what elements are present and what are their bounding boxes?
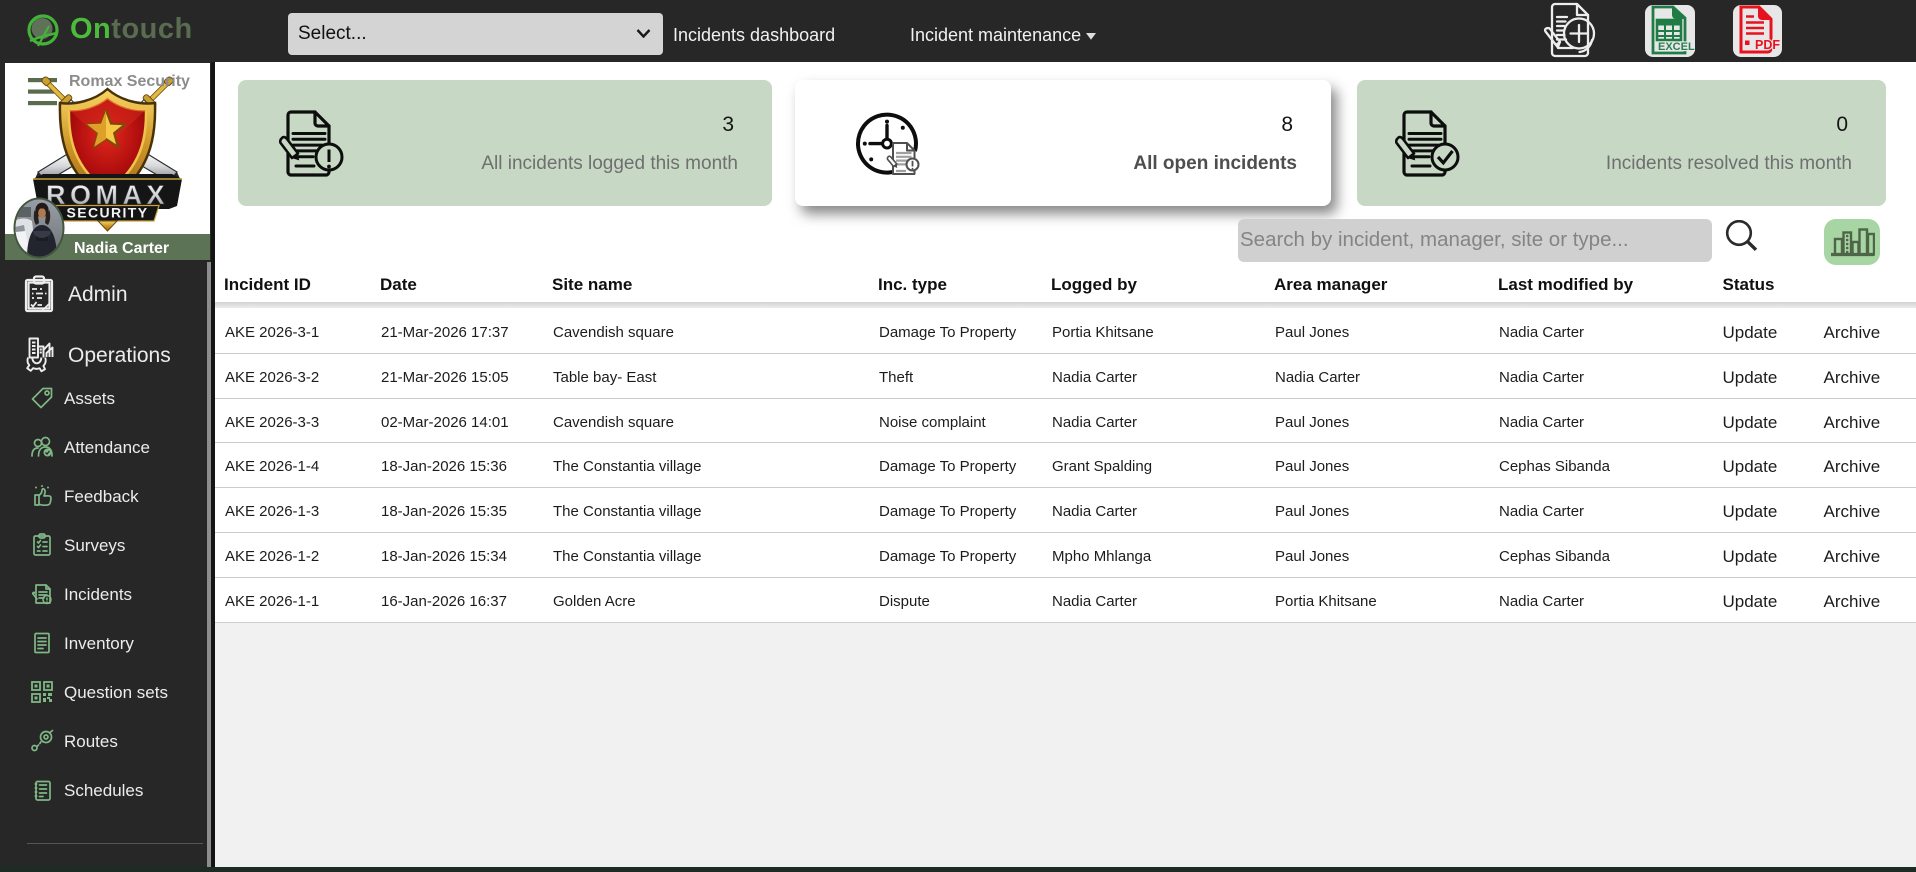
svg-text:PDF: PDF [1755, 38, 1780, 52]
svg-text:SECURITY: SECURITY [67, 205, 149, 221]
svg-text:EXCEL: EXCEL [1658, 41, 1695, 53]
